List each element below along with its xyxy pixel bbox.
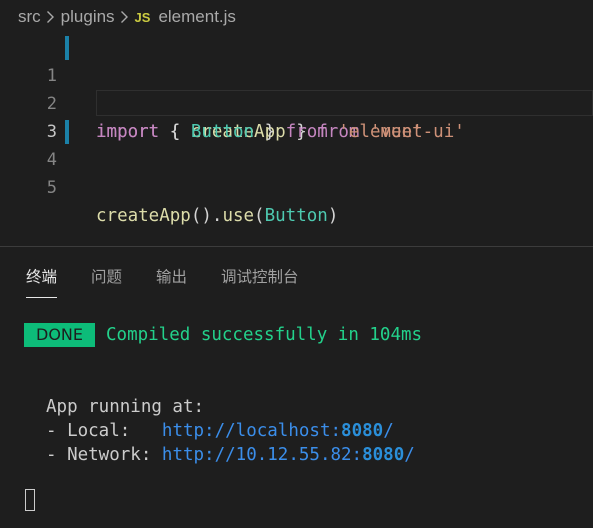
tab-terminal[interactable]: 终端	[26, 265, 58, 298]
network-url-link[interactable]: http://10.12.55.82:8080/	[162, 445, 415, 465]
breadcrumb-file[interactable]: element.js	[158, 7, 235, 27]
punctuation: )	[327, 206, 339, 226]
punctuation: ().	[190, 206, 223, 226]
breadcrumb-folder-plugins[interactable]: plugins	[61, 7, 115, 27]
local-label: - Local:	[46, 421, 162, 441]
identifier: Button	[264, 206, 328, 226]
network-url-slash: /	[404, 445, 415, 465]
tab-debug-console[interactable]: 调试控制台	[221, 265, 299, 297]
tab-problems[interactable]: 问题	[91, 265, 122, 297]
code-text: createApp().use(Button)	[96, 202, 338, 230]
compile-message: Compiled successfully in 104ms	[106, 325, 423, 345]
local-url-row: - Local: http://localhost:8080/	[46, 419, 394, 443]
breadcrumb-folder-src[interactable]: src	[18, 7, 41, 27]
network-url-row: - Network: http://10.12.55.82:8080/	[46, 443, 415, 467]
javascript-file-icon: JS	[134, 9, 151, 25]
local-url-host: http://localhost:	[161, 421, 342, 441]
git-modified-indicator[interactable]	[65, 36, 69, 60]
done-badge: DONE	[24, 323, 95, 347]
network-url-port: 8080	[362, 445, 405, 465]
chevron-right-icon	[120, 10, 129, 24]
app-running-text: App running at:	[46, 397, 205, 417]
local-url-slash: /	[383, 421, 394, 441]
current-line-highlight	[96, 90, 593, 116]
code-line-1[interactable]: 1 import { createApp } from 'vue'	[0, 34, 593, 142]
line-number: 5	[46, 178, 57, 198]
function-call: createApp	[96, 206, 191, 226]
local-url-link[interactable]: http://localhost:8080/	[162, 421, 394, 441]
tab-output[interactable]: 输出	[156, 265, 187, 297]
code-line-4[interactable]: 4 createApp().use(Button)	[0, 118, 593, 226]
build-status-row: DONE Compiled successfully in 104ms	[24, 323, 422, 347]
bottom-panel: DONE Compiled successfully in 104ms App …	[0, 246, 593, 528]
code-line-2[interactable]: 2 import { Button } from 'element-ui'	[0, 62, 593, 142]
method-call: use	[222, 206, 255, 226]
network-url-host: http://10.12.55.82:	[161, 445, 363, 465]
chevron-right-icon	[46, 10, 55, 24]
git-modified-indicator[interactable]	[65, 120, 69, 144]
local-url-port: 8080	[341, 421, 384, 441]
code-line-3[interactable]: 3	[0, 90, 593, 142]
code-editor[interactable]: 1 import { createApp } from 'vue' 2 impo…	[0, 34, 593, 246]
network-label: - Network:	[46, 445, 162, 465]
panel-tabs: 终端 问题 输出 调试控制台	[26, 265, 333, 299]
breadcrumb: src plugins JS element.js	[0, 0, 593, 34]
punctuation: (	[254, 206, 265, 226]
code-line-5[interactable]: 5	[0, 146, 593, 198]
terminal-cursor	[25, 489, 35, 511]
